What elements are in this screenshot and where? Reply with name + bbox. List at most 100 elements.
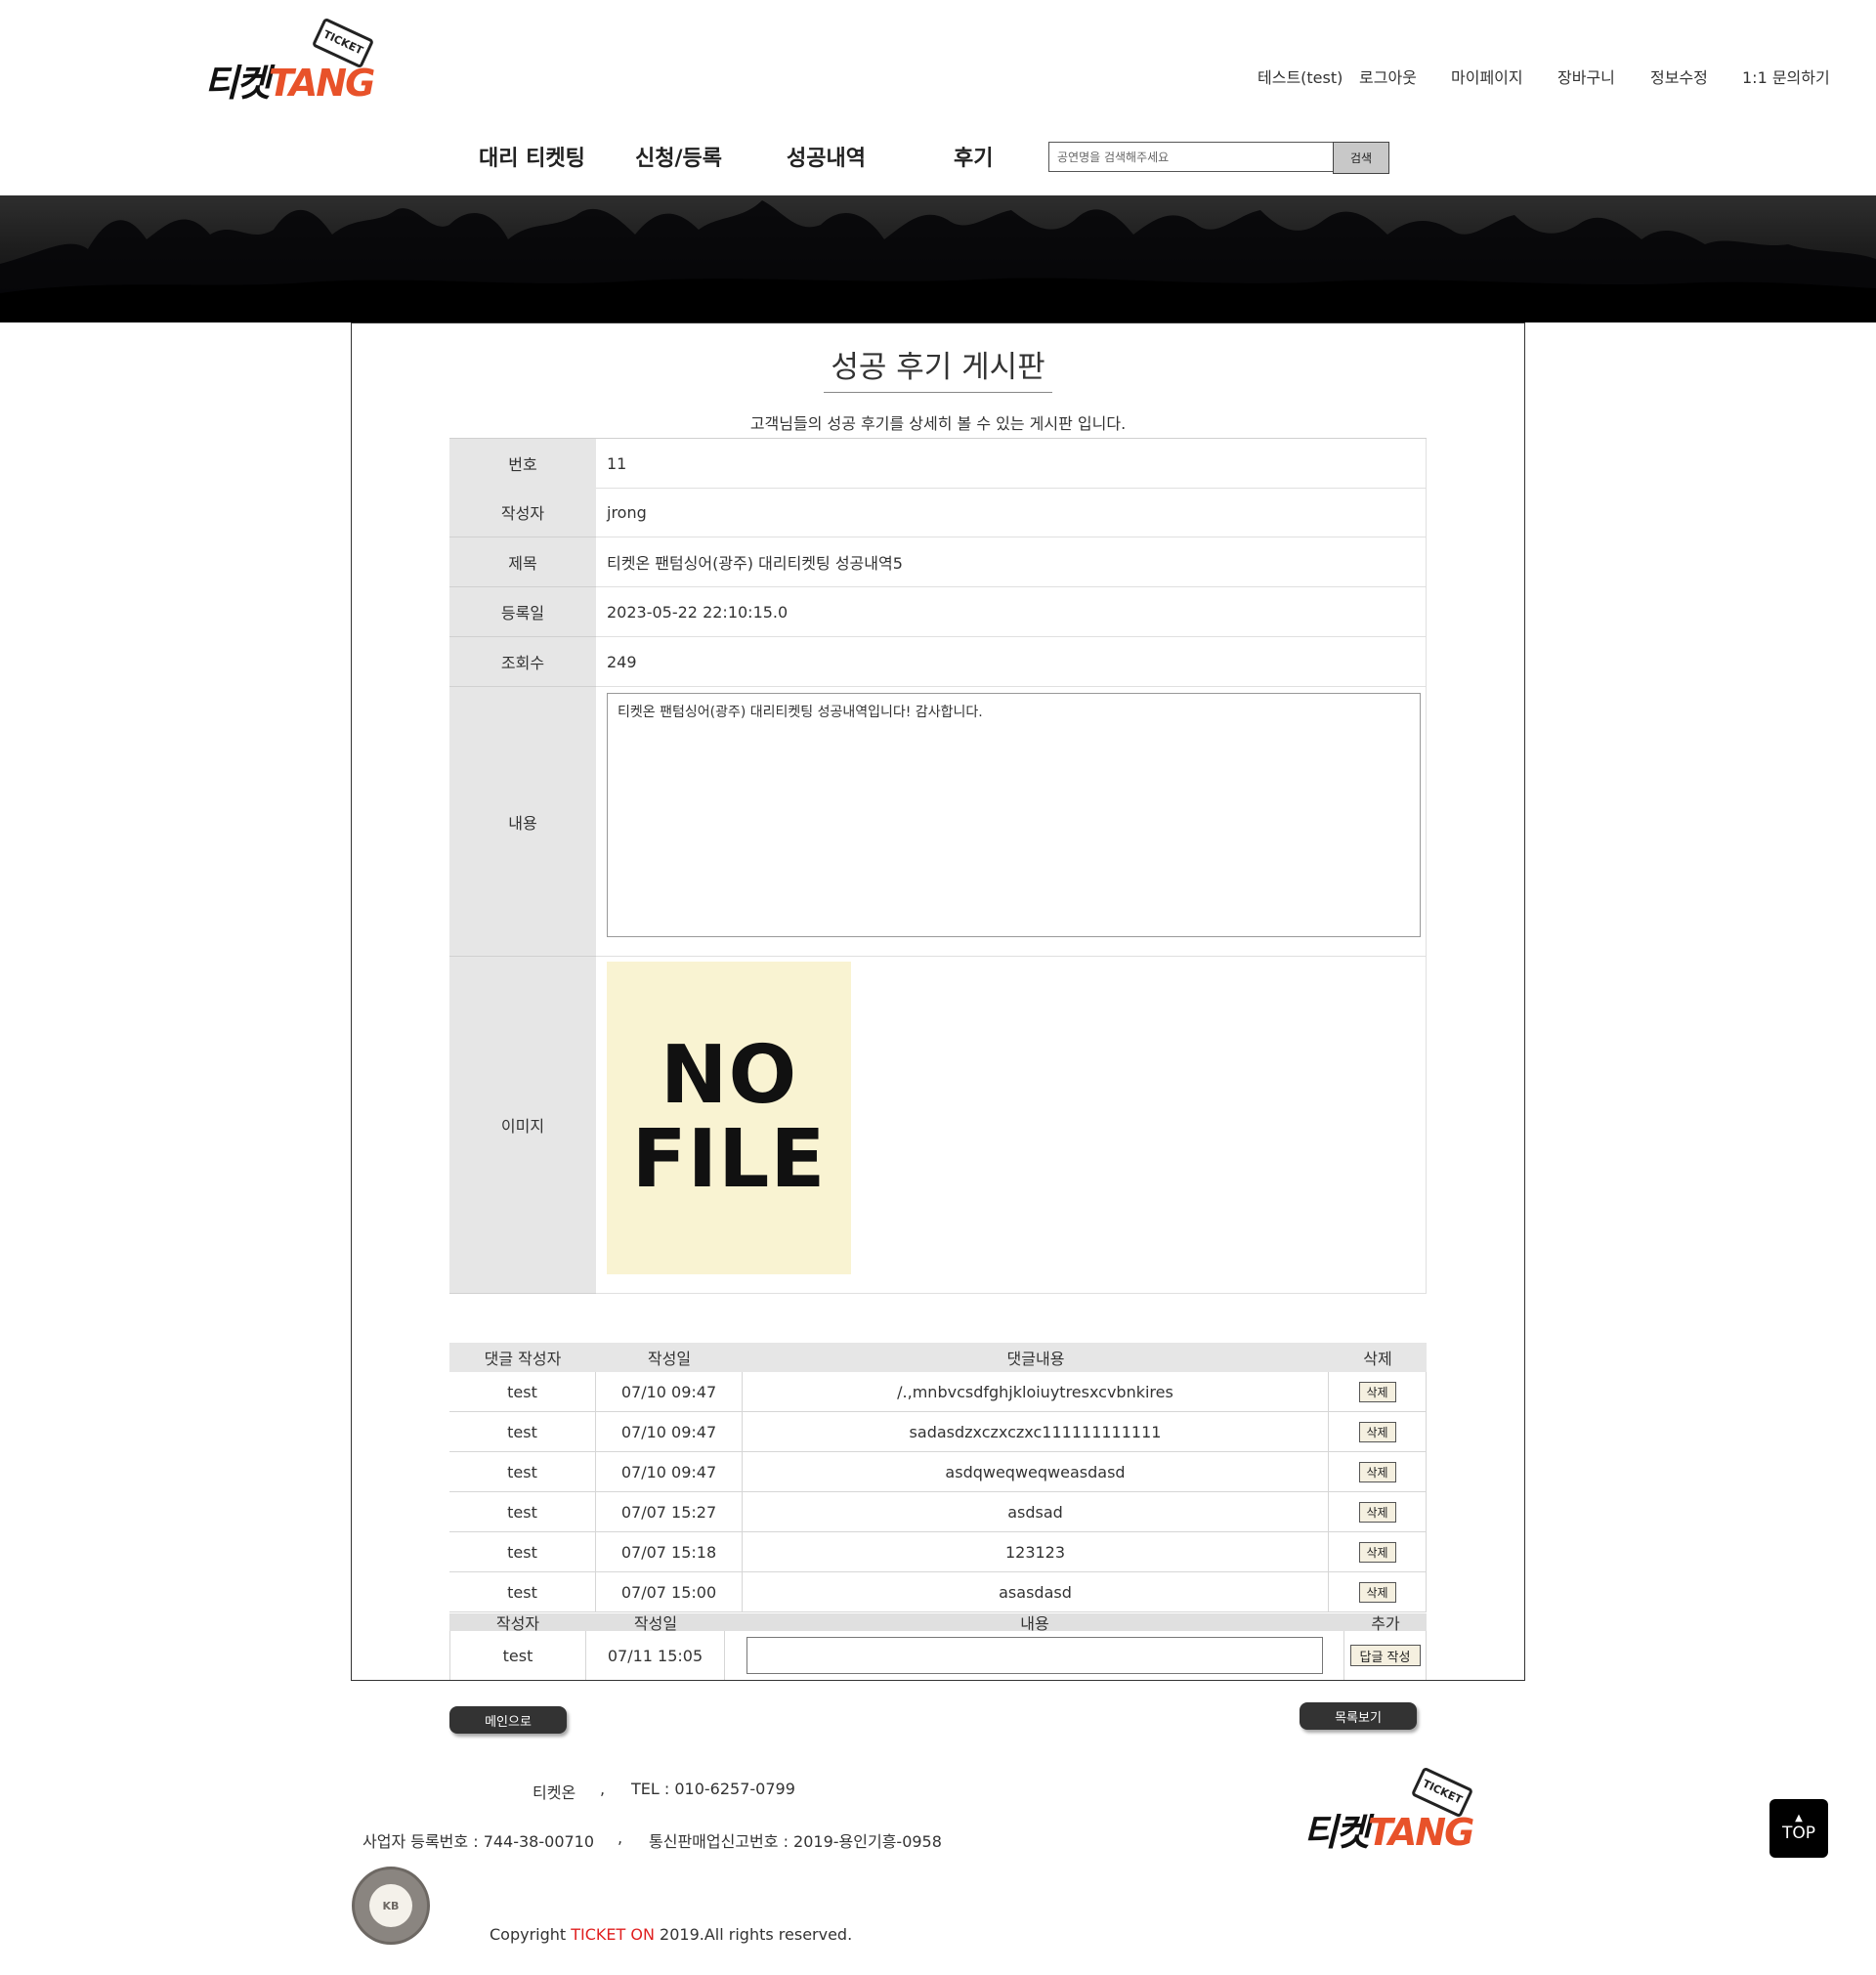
comment-delete-cell: 삭제 [1329,1572,1427,1612]
footer-separator: , [600,1780,606,1798]
comment-header-content: 댓글내용 [743,1343,1329,1372]
comment-author: test [449,1412,596,1452]
comment-author: test [449,1532,596,1572]
comment-content: 123123 [743,1532,1329,1572]
hero-banner [0,195,1876,322]
comment-delete-cell: 삭제 [1329,1412,1427,1452]
reply-header-content: 내용 [725,1613,1344,1633]
comment-delete-cell: 삭제 [1329,1492,1427,1532]
footer-separator: , [618,1828,623,1847]
content-textarea[interactable]: 티켓온 팬텀싱어(광주) 대리티켓팅 성공내역입니다! 감사합니다. [607,693,1421,937]
value-views: 249 [596,637,1427,687]
delete-comment-button[interactable]: 삭제 [1358,1381,1396,1402]
crowd-silhouette [0,200,1876,322]
nav-apply-register[interactable]: 신청/등록 [635,141,722,172]
mypage-link[interactable]: 마이페이지 [1451,64,1523,88]
delete-comment-button[interactable]: 삭제 [1358,1501,1396,1523]
search-input[interactable] [1048,142,1359,172]
comment-content: asdqweqweqweasdasd [743,1452,1329,1492]
delete-comment-button[interactable]: 삭제 [1358,1421,1396,1442]
list-view-button[interactable]: 목록보기 [1300,1702,1417,1730]
reply-submit-button[interactable]: 답글 작성 [1349,1645,1421,1666]
label-subject: 제목 [449,537,596,587]
user-name-link[interactable]: 테스트(test) [1258,64,1343,88]
comment-date: 07/10 09:47 [596,1452,743,1492]
delete-comment-button[interactable]: 삭제 [1358,1541,1396,1563]
reply-header-add: 추가 [1344,1613,1427,1633]
top-links: 테스트(test) 로그아웃 마이페이지 장바구니 정보수정 1:1 문의하기 [0,64,1876,94]
comment-author: test [449,1492,596,1532]
value-date: 2023-05-22 22:10:15.0 [596,587,1427,637]
comment-delete-cell: 삭제 [1329,1532,1427,1572]
go-main-button[interactable]: 메인으로 [449,1706,567,1734]
cart-link[interactable]: 장바구니 [1557,64,1615,88]
footer-logo-en: TANG [1367,1811,1474,1854]
reply-add-cell: 답글 작성 [1344,1631,1427,1680]
comment-date: 07/07 15:27 [596,1492,743,1532]
comment-header-author: 댓글 작성자 [449,1343,596,1372]
arrow-up-icon: ▲ [1795,1813,1803,1824]
comment-content: /.,mnbvcsdfghjkloiuytresxcvbnkires [743,1372,1329,1412]
comment-author: test [449,1572,596,1612]
delete-comment-button[interactable]: 삭제 [1358,1461,1396,1482]
label-content: 내용 [449,687,596,957]
scroll-top-button[interactable]: ▲ TOP [1769,1799,1828,1858]
label-views: 조회수 [449,637,596,687]
nav-success-history[interactable]: 성공내역 [787,141,866,172]
copyright-post: 2019.All rights reserved. [654,1925,853,1944]
nav-proxy-ticketing[interactable]: 대리 티켓팅 [479,141,585,172]
label-image: 이미지 [449,957,596,1294]
edit-info-link[interactable]: 정보수정 [1650,64,1708,88]
comment-author: test [449,1452,596,1492]
comment-header-delete: 삭제 [1329,1343,1427,1372]
comment-delete-cell: 삭제 [1329,1372,1427,1412]
scroll-top-label: TOP [1781,1824,1816,1843]
footer-biz-number: 사업자 등록번호 : 744-38-00710 [362,1832,595,1851]
logout-link[interactable]: 로그아웃 [1359,64,1417,88]
label-number: 번호 [449,439,596,489]
footer-logo-kr: 티켓 [1303,1811,1370,1854]
reply-input[interactable] [746,1637,1323,1674]
label-date: 등록일 [449,587,596,637]
reply-header-date: 작성일 [586,1613,725,1633]
copyright-pre: Copyright [490,1925,572,1944]
delete-comment-button[interactable]: 삭제 [1358,1581,1396,1603]
label-author: 작성자 [449,488,596,537]
nav-reviews[interactable]: 후기 [954,141,993,172]
comment-date: 07/07 15:00 [596,1572,743,1612]
reply-author: test [449,1631,586,1680]
comment-header-date: 작성일 [596,1343,743,1372]
comment-author: test [449,1372,596,1412]
kb-escrow-seal: KB [352,1867,430,1945]
no-file-line2: FILE [631,1113,827,1206]
value-author: jrong [596,488,1427,537]
kb-seal-inner: KB [369,1884,412,1927]
row-subject: 제목 티켓온 팬텀싱어(광주) 대리티켓팅 성공내역5 [449,537,1427,587]
value-number: 11 [596,439,1427,489]
row-author: 작성자 jrong [449,488,1427,537]
footer-company: 티켓온 [533,1783,576,1802]
footer-logo: TICKET 티켓TANG [1300,1766,1475,1854]
value-subject: 티켓온 팬텀싱어(광주) 대리티켓팅 성공내역5 [596,537,1427,587]
footer-logo-text: 티켓TANG [1303,1802,1474,1856]
no-file-image: NO FILE [607,962,851,1274]
comment-date: 07/07 15:18 [596,1532,743,1572]
footer-mail-order: 통신판매업신고번호 : 2019-용인기흥-0958 [649,1832,942,1851]
reply-date: 07/11 15:05 [586,1631,725,1680]
inquiry-link[interactable]: 1:1 문의하기 [1742,64,1830,88]
search-button[interactable]: 검색 [1333,142,1389,174]
reply-header-author: 작성자 [449,1613,586,1633]
row-image: 이미지 [449,957,1427,1294]
comment-content: sadasdzxczxczxc111111111111 [743,1412,1329,1452]
copyright-brand: TICKET ON [571,1925,655,1944]
comment-delete-cell: 삭제 [1329,1452,1427,1492]
board-description: 고객님들의 성공 후기를 상세히 볼 수 있는 게시판 입니다. [749,414,1127,433]
comment-content: asasdasd [743,1572,1329,1612]
no-file-line1: NO [660,1029,798,1122]
row-views: 조회수 249 [449,637,1427,687]
comment-date: 07/10 09:47 [596,1372,743,1412]
comment-date: 07/10 09:47 [596,1412,743,1452]
comment-content: asdsad [743,1492,1329,1532]
board-title: 성공 후기 게시판 [831,350,1045,385]
footer-tel: TEL : 010-6257-0799 [631,1780,795,1798]
